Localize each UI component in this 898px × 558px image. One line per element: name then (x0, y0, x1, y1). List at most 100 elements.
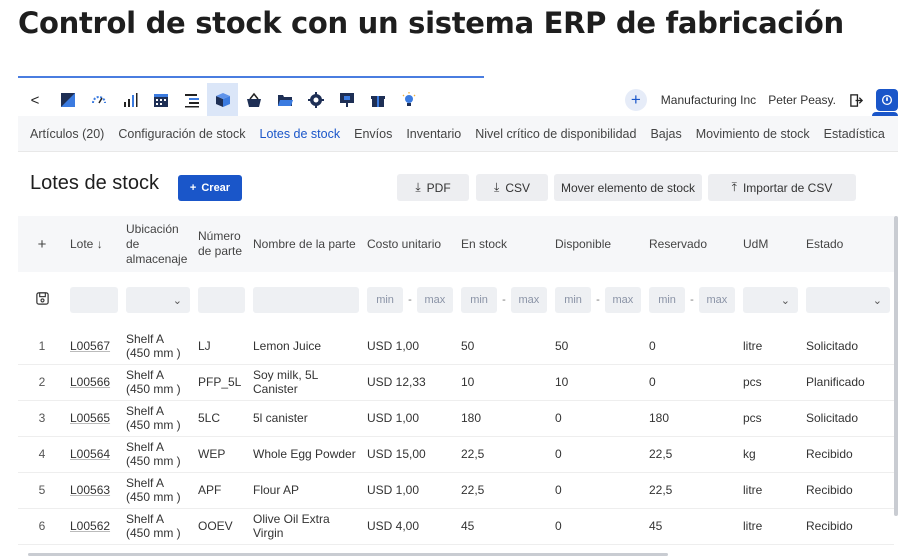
logout-icon[interactable] (846, 90, 866, 110)
presentation-icon[interactable] (331, 83, 362, 117)
import-csv-button[interactable]: ⤒ Importar de CSV (708, 174, 856, 201)
company-name[interactable]: Manufacturing Inc (661, 93, 756, 107)
part-name-filter-input[interactable] (253, 287, 359, 313)
col-in-stock[interactable]: En stock (457, 216, 551, 272)
user-name[interactable]: Peter Peasy. (768, 93, 836, 107)
uom-cell: litre (739, 472, 802, 509)
speedometer-icon[interactable] (83, 83, 114, 117)
col-uom[interactable]: UdM (739, 216, 802, 272)
bar-chart-icon[interactable] (114, 83, 145, 117)
reserved-min-input[interactable]: min (649, 287, 686, 313)
available-min-input[interactable]: min (555, 287, 592, 313)
quick-add-button[interactable]: + (624, 89, 647, 111)
part-number-cell: 5LC (194, 400, 249, 437)
download-icon: ⤓ (494, 180, 500, 194)
stock-max-input[interactable]: max (510, 287, 547, 313)
reserved: 22,5 (649, 447, 673, 461)
vertical-scrollbar[interactable] (894, 216, 898, 516)
tab-configuracion[interactable]: Configuración de stock (118, 127, 245, 141)
status-filter-select[interactable]: ⌄ (806, 287, 890, 313)
unit-cost: USD 1,00 (367, 411, 420, 425)
filter-row: ⌄ min - max min - max min - max min - max ⌄ ⌄ (18, 272, 894, 328)
lightbulb-icon[interactable] (393, 83, 424, 117)
stock-min-input[interactable]: min (461, 287, 498, 313)
cost-min-input[interactable]: min (367, 287, 404, 313)
add-column-button[interactable]: + (18, 216, 66, 272)
pdf-button[interactable]: ⤓ PDF (397, 174, 469, 201)
col-part-name[interactable]: Nombre de la parte (249, 216, 363, 272)
lot-link-cell[interactable]: L00563 (66, 472, 122, 509)
row-number: 2 (38, 375, 46, 389)
col-available[interactable]: Disponible (551, 216, 645, 272)
save-filter-icon[interactable] (18, 272, 66, 328)
gear-icon[interactable] (300, 83, 331, 117)
calendar-icon[interactable] (145, 83, 176, 117)
uom-cell: pcs (739, 364, 802, 401)
lot-link[interactable]: L00563 (70, 483, 110, 497)
lot-link-cell[interactable]: L00565 (66, 400, 122, 437)
lot-filter-input[interactable] (70, 287, 118, 313)
in-stock-cell: 22,5 (457, 472, 551, 509)
tab-estadistica[interactable]: Estadística (824, 127, 885, 141)
col-lot[interactable]: Lote ↓ (66, 216, 122, 272)
tab-inventario[interactable]: Inventario (406, 127, 461, 141)
tab-bajas[interactable]: Bajas (650, 127, 681, 141)
lot-link[interactable]: L00565 (70, 411, 110, 425)
part-name-cell: 5l canister (249, 400, 363, 437)
location-cell: Shelf A (450 mm ) (122, 508, 194, 545)
chevron-down-icon: ⌄ (172, 294, 182, 307)
table-row[interactable]: 1 L00567 Shelf A (450 mm ) LJ Lemon Juice USD … (18, 328, 894, 365)
back-button[interactable]: < (18, 83, 52, 117)
reserved: 0 (649, 338, 656, 353)
move-stock-button[interactable]: Mover elemento de stock (554, 174, 702, 201)
available-max-input[interactable]: max (604, 287, 641, 313)
location-line: Shelf A (126, 476, 165, 490)
lot-link-cell[interactable]: L00564 (66, 436, 122, 473)
dashboard-icon[interactable] (52, 83, 83, 117)
col-reserved[interactable]: Reservado (645, 216, 739, 272)
lot-link-cell[interactable]: L00562 (66, 508, 122, 545)
frame-accent-line (18, 76, 484, 78)
lot-link[interactable]: L00564 (70, 447, 110, 461)
table-row[interactable]: 5 L00563 Shelf A (450 mm ) APF Flour AP USD 1,… (18, 472, 894, 509)
tab-nivel-critico[interactable]: Nivel crítico de disponibilidad (475, 127, 636, 141)
lot-link[interactable]: L00566 (70, 375, 110, 389)
col-unit-cost[interactable]: Costo unitario (363, 216, 457, 272)
folder-icon[interactable] (269, 83, 300, 117)
table-row[interactable]: 2 L00566 Shelf A (450 mm ) PFP_5L Soy milk, 5… (18, 364, 894, 401)
col-part-number[interactable]: Número de parte (194, 216, 249, 272)
reserved-cell: 0 (645, 364, 739, 401)
list-indent-icon[interactable] (176, 83, 207, 117)
uom: kg (743, 447, 756, 461)
stock-range: min - max (461, 287, 547, 313)
help-icon[interactable] (876, 89, 898, 111)
lot-link[interactable]: L00567 (70, 339, 110, 353)
table-header-row: + Lote ↓ Ubicación de almacenaje Número … (18, 216, 894, 272)
horizontal-scrollbar[interactable] (28, 553, 668, 556)
lot-link[interactable]: L00562 (70, 519, 110, 533)
csv-button[interactable]: ⤓ CSV (476, 174, 548, 201)
tab-movimiento[interactable]: Movimiento de stock (696, 127, 810, 141)
location-filter-select[interactable]: ⌄ (126, 287, 190, 313)
table-row[interactable]: 3 L00565 Shelf A (450 mm ) 5LC 5l canister USD… (18, 400, 894, 437)
tab-articulos[interactable]: Artículos (20) (30, 127, 104, 141)
table-row[interactable]: 4 L00564 Shelf A (450 mm ) WEP Whole Egg Powd… (18, 436, 894, 473)
lot-link-cell[interactable]: L00566 (66, 364, 122, 401)
cost-max-input[interactable]: max (416, 287, 453, 313)
status: Recibido (806, 519, 853, 533)
part-number: OOEV (198, 519, 233, 533)
box-icon[interactable] (207, 83, 238, 117)
tab-lotes[interactable]: Lotes de stock (260, 127, 341, 141)
lot-link-cell[interactable]: L00567 (66, 328, 122, 365)
gift-icon[interactable] (362, 83, 393, 117)
col-status[interactable]: Estado (802, 216, 894, 272)
reserved-max-input[interactable]: max (698, 287, 735, 313)
reserved: 0 (649, 375, 656, 389)
col-location[interactable]: Ubicación de almacenaje (122, 216, 194, 272)
basket-icon[interactable] (238, 83, 269, 117)
part-number-filter-input[interactable] (198, 287, 245, 313)
table-row[interactable]: 6 L00562 Shelf A (450 mm ) OOEV Olive Oil Ext… (18, 508, 894, 545)
create-button[interactable]: + Crear (178, 175, 242, 201)
tab-envios[interactable]: Envíos (354, 127, 392, 141)
uom-filter-select[interactable]: ⌄ (743, 287, 798, 313)
